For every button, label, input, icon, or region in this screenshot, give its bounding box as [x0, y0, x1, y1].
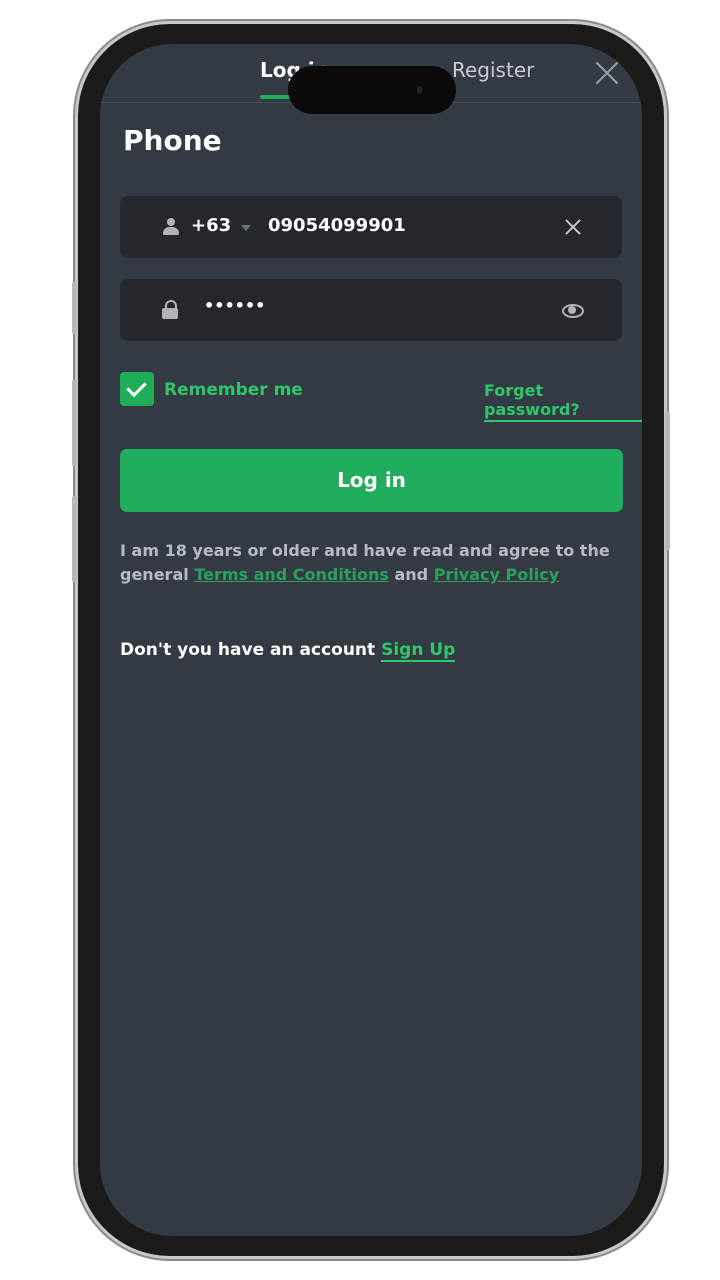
app-screen: Log in Register Phone +63 09054099901 ••…: [100, 44, 642, 1236]
page-title: Phone: [123, 124, 222, 157]
phone-field[interactable]: +63 09054099901: [120, 196, 622, 258]
close-icon[interactable]: [590, 56, 624, 90]
clear-icon[interactable]: [561, 215, 585, 239]
remember-label[interactable]: Remember me: [164, 380, 303, 400]
privacy-link[interactable]: Privacy Policy: [434, 565, 559, 584]
country-code[interactable]: +63: [191, 215, 231, 236]
side-button-left-3: [72, 496, 77, 582]
signup-link[interactable]: Sign Up: [381, 640, 456, 662]
password-field[interactable]: ••••••: [120, 279, 622, 341]
side-button-left-2: [72, 380, 77, 466]
signup-text: Don't you have an account: [120, 640, 376, 660]
login-button[interactable]: Log in: [120, 449, 623, 512]
terms-conjunction: and: [394, 565, 429, 584]
user-icon: [162, 218, 180, 236]
camera-dot: [417, 86, 422, 94]
remember-checkbox[interactable]: [120, 372, 154, 406]
side-button-right: [665, 412, 670, 550]
chevron-down-icon[interactable]: [241, 225, 251, 231]
password-input[interactable]: ••••••: [204, 296, 265, 315]
signup-prompt: Don't you have an account Sign Up: [120, 640, 456, 662]
terms-text: I am 18 years or older and have read and…: [120, 539, 620, 587]
tab-register[interactable]: Register: [452, 58, 534, 82]
side-button-left-1: [72, 282, 77, 334]
dynamic-island: [288, 66, 456, 114]
forget-password-link[interactable]: Forget password?: [484, 381, 642, 422]
eye-icon[interactable]: [561, 300, 585, 320]
terms-link[interactable]: Terms and Conditions: [194, 565, 389, 584]
phone-input[interactable]: 09054099901: [268, 215, 406, 236]
lock-icon: [161, 300, 179, 320]
